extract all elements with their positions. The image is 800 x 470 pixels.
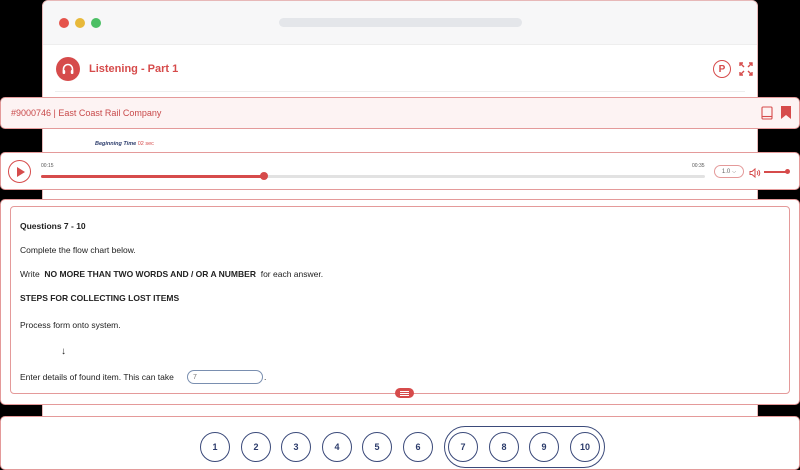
play-button[interactable] [8,160,31,183]
question-navigation: 1 2 3 4 5 6 7 8 9 10 [0,416,800,470]
title-bar [43,1,757,45]
word-limit-prefix: Write [20,269,40,279]
question-nav-4[interactable]: 4 [322,432,352,462]
questions-content: Questions 7 - 10 Complete the flow chart… [10,206,790,394]
volume-icon[interactable] [749,166,761,179]
question-nav-8[interactable]: 8 [489,432,519,462]
app-header: Listening - Part 1 P [43,53,757,89]
book-icon[interactable] [761,106,773,120]
question-nav-9[interactable]: 9 [529,432,559,462]
down-arrow-icon: ↓ [61,346,66,357]
word-limit-suffix: for each answer. [260,269,324,279]
page-title: Listening - Part 1 [89,63,179,75]
beginning-time-label: Beginning Time [95,141,137,147]
question-nav-3[interactable]: 3 [281,432,311,462]
instruction-text: Complete the flow chart below. [20,245,136,255]
beginning-time-value: 02 sec [137,141,154,147]
current-time: 00:15 [41,163,54,169]
questions-panel: Questions 7 - 10 Complete the flow chart… [0,199,800,405]
close-window-dot[interactable] [59,18,69,28]
test-title: #9000746 | East Coast Rail Company [11,108,162,118]
flow-step-2-end: . [264,372,267,382]
fullscreen-icon[interactable] [739,62,753,76]
flow-step-1: Process form onto system. [20,320,121,330]
progress-knob[interactable] [260,172,269,180]
total-time: 00:35 [692,163,705,169]
play-icon [16,166,25,177]
flow-step-2: Enter details of found item. This can ta… [20,372,174,382]
answer-input-7[interactable] [187,370,263,384]
resize-handle[interactable] [395,388,414,398]
playback-speed-select[interactable]: 1.0 ⌵ [714,165,744,178]
headphones-icon [56,57,80,81]
question-nav-5[interactable]: 5 [362,432,392,462]
chevron-down-icon: ⌵ [732,168,737,175]
progress-track[interactable] [41,172,705,180]
beginning-time: Beginning Time 02 sec [95,141,154,147]
audio-player: 00:15 00:35 1.0 ⌵ [0,152,800,190]
question-nav-1[interactable]: 1 [200,432,230,462]
word-limit-rule: NO MORE THAN TWO WORDS AND / OR A NUMBER [44,269,256,279]
bookmark-icon[interactable] [781,106,791,119]
test-title-bar: #9000746 | East Coast Rail Company [0,97,800,129]
question-nav-7[interactable]: 7 [448,432,478,462]
minimize-window-dot[interactable] [75,18,85,28]
maximize-window-dot[interactable] [91,18,101,28]
address-bar[interactable] [279,18,522,27]
questions-heading: Questions 7 - 10 [20,221,86,231]
header-divider [55,91,745,92]
section-title: STEPS FOR COLLECTING LOST ITEMS [20,293,180,303]
word-limit-text: Write NO MORE THAN TWO WORDS AND / OR A … [20,269,323,279]
p-badge-icon[interactable]: P [713,60,731,78]
question-nav-2[interactable]: 2 [241,432,271,462]
volume-knob[interactable] [785,169,790,174]
progress-fill [41,175,265,178]
question-nav-6[interactable]: 6 [403,432,433,462]
playback-speed-value: 1.0 [721,168,731,175]
question-nav-10[interactable]: 10 [570,432,600,462]
